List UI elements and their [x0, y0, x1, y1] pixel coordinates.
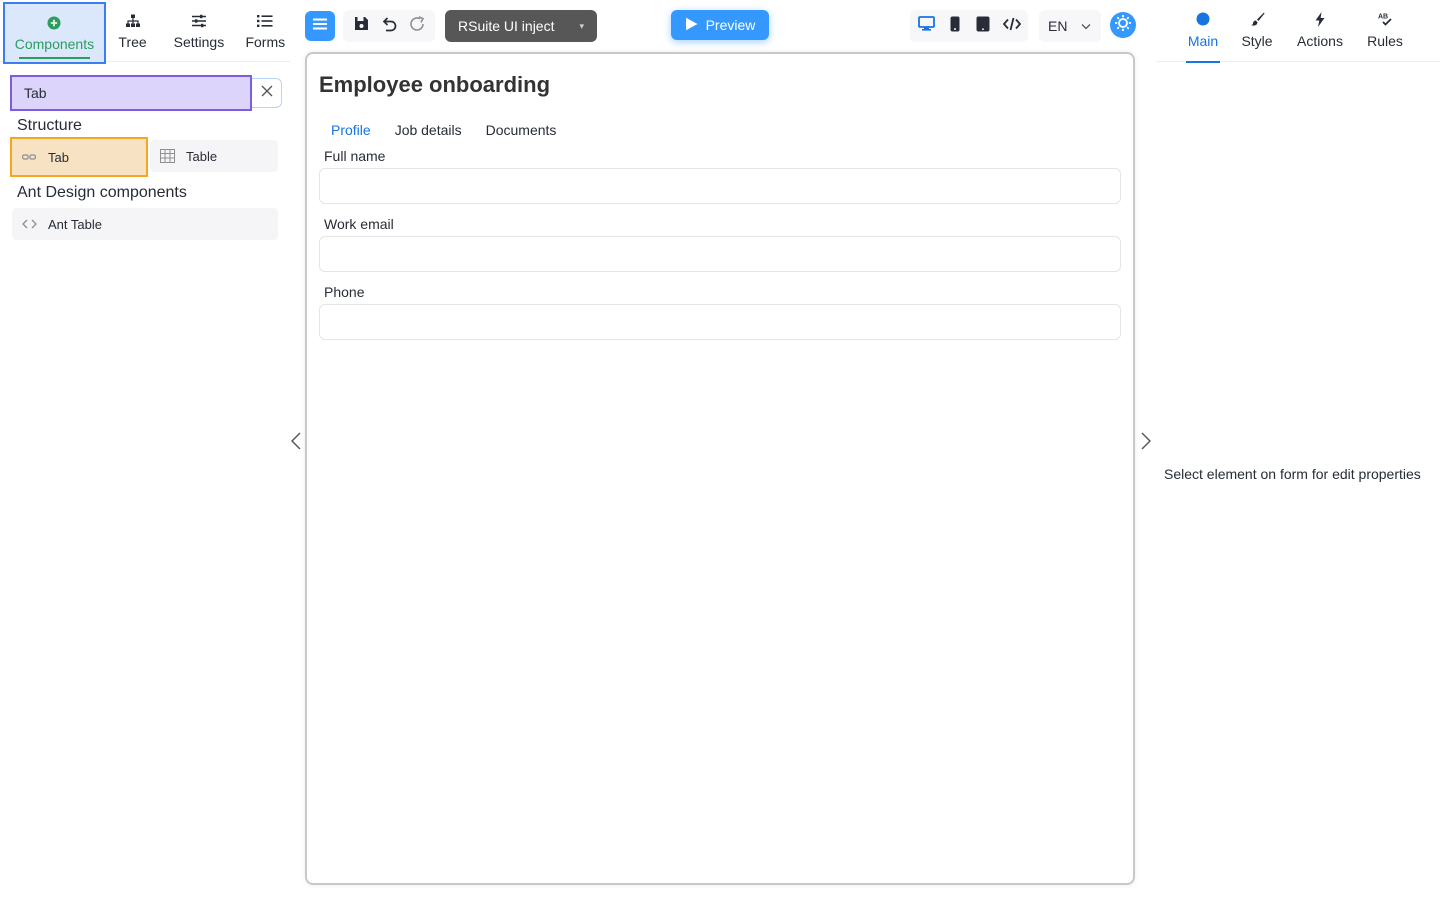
tab-tree-label: Tree — [118, 34, 147, 50]
tab-components-label: Components — [14, 36, 95, 52]
component-item-ant-table[interactable]: Ant Table — [12, 208, 278, 240]
properties-empty-message: Select element on form for edit properti… — [1164, 466, 1421, 482]
tab-style[interactable]: Style — [1240, 10, 1274, 62]
desktop-view-button[interactable] — [913, 12, 939, 40]
close-icon — [261, 84, 273, 102]
form-tab-job-details[interactable]: Job details — [383, 120, 474, 140]
circle-icon — [1196, 10, 1210, 28]
edit-actions-group — [343, 10, 435, 42]
group-title-ant-design: Ant Design components — [17, 184, 187, 201]
caret-down-icon: ▾ — [579, 21, 584, 31]
tablet-view-button[interactable] — [970, 12, 996, 40]
tab-main[interactable]: Main — [1186, 10, 1220, 63]
work-email-label: Work email — [324, 216, 394, 232]
tab-main-label: Main — [1187, 33, 1219, 49]
tab-components[interactable]: Components — [3, 2, 106, 64]
right-panel-tabs: Main Style Actions AB Rules — [1156, 0, 1440, 63]
tab-icon — [22, 153, 40, 161]
form-tabs: Profile Job details Documents — [319, 120, 568, 140]
full-name-field[interactable] — [319, 168, 1121, 204]
view-mode-select[interactable]: RSuite UI inject ▾ — [445, 10, 597, 42]
save-button[interactable] — [347, 12, 375, 40]
redo-button[interactable] — [403, 12, 431, 40]
form-tab-profile[interactable]: Profile — [319, 120, 383, 140]
code-icon — [22, 219, 40, 229]
brush-icon — [1250, 10, 1265, 28]
lightning-icon — [1315, 10, 1325, 28]
tab-rules-label: Rules — [1367, 33, 1403, 49]
tab-settings[interactable]: Settings — [169, 0, 228, 62]
component-item-label: Tab — [48, 149, 69, 165]
undo-icon — [381, 16, 398, 37]
phone-label: Phone — [324, 284, 365, 300]
component-item-label: Ant Table — [48, 216, 102, 232]
work-email-field[interactable] — [319, 236, 1121, 272]
form-canvas[interactable]: Employee onboarding Profile Job details … — [305, 52, 1135, 885]
tablet-icon — [976, 16, 990, 37]
tab-style-label: Style — [1241, 33, 1273, 49]
sliders-icon — [191, 12, 207, 30]
component-item-table[interactable]: Table — [150, 140, 278, 172]
collapse-left-panel-button[interactable] — [288, 430, 304, 456]
tab-actions[interactable]: Actions — [1295, 10, 1345, 62]
full-name-label: Full name — [324, 148, 386, 164]
chevron-right-icon — [1141, 431, 1152, 455]
chevron-down-icon — [1080, 19, 1092, 35]
plus-circle-icon — [47, 14, 61, 32]
component-item-label: Table — [186, 148, 218, 164]
tab-forms[interactable]: Forms — [241, 0, 290, 62]
tab-actions-label: Actions — [1297, 33, 1343, 49]
code-view-button[interactable] — [999, 12, 1025, 40]
desktop-icon — [917, 16, 935, 36]
mobile-view-button[interactable] — [942, 12, 968, 40]
code-icon — [1002, 17, 1021, 36]
sitemap-icon — [125, 12, 140, 30]
component-search — [10, 75, 282, 111]
list-icon — [257, 12, 273, 30]
tab-settings-label: Settings — [173, 34, 225, 50]
play-icon — [685, 17, 698, 34]
group-title-structure: Structure — [17, 117, 82, 134]
tab-rules[interactable]: AB Rules — [1366, 10, 1404, 62]
language-select[interactable]: EN — [1039, 10, 1101, 42]
language-value: EN — [1048, 18, 1068, 34]
svg-text:AB: AB — [1378, 13, 1388, 20]
form-title: Employee onboarding — [319, 72, 551, 97]
menu-button[interactable] — [305, 11, 335, 41]
spellcheck-icon: AB — [1378, 10, 1393, 28]
phone-field[interactable] — [319, 304, 1121, 340]
form-builder-app: Components Tree Settings Forms Tab Struc… — [0, 0, 1440, 900]
save-icon — [354, 16, 369, 36]
tab-forms-label: Forms — [245, 34, 286, 50]
redo-icon — [409, 15, 426, 37]
undo-button[interactable] — [375, 12, 403, 40]
table-icon — [160, 149, 178, 163]
component-item-tab[interactable]: Tab — [10, 137, 148, 177]
hamburger-icon — [313, 17, 327, 35]
tab-tree[interactable]: Tree — [110, 0, 155, 62]
device-switcher — [910, 10, 1028, 42]
mobile-icon — [950, 16, 960, 37]
left-panel-tabs: Components Tree Settings Forms — [0, 0, 290, 64]
preview-label: Preview — [705, 17, 756, 33]
clear-search-button[interactable] — [252, 78, 282, 108]
form-tab-documents[interactable]: Documents — [474, 120, 569, 140]
sun-icon — [1114, 14, 1132, 37]
theme-toggle-button[interactable] — [1110, 12, 1136, 38]
chevron-left-icon — [290, 431, 301, 455]
view-mode-value: RSuite UI inject — [458, 18, 555, 34]
preview-button[interactable]: Preview — [671, 10, 769, 40]
search-input[interactable] — [10, 75, 252, 111]
collapse-right-panel-button[interactable] — [1138, 430, 1154, 456]
